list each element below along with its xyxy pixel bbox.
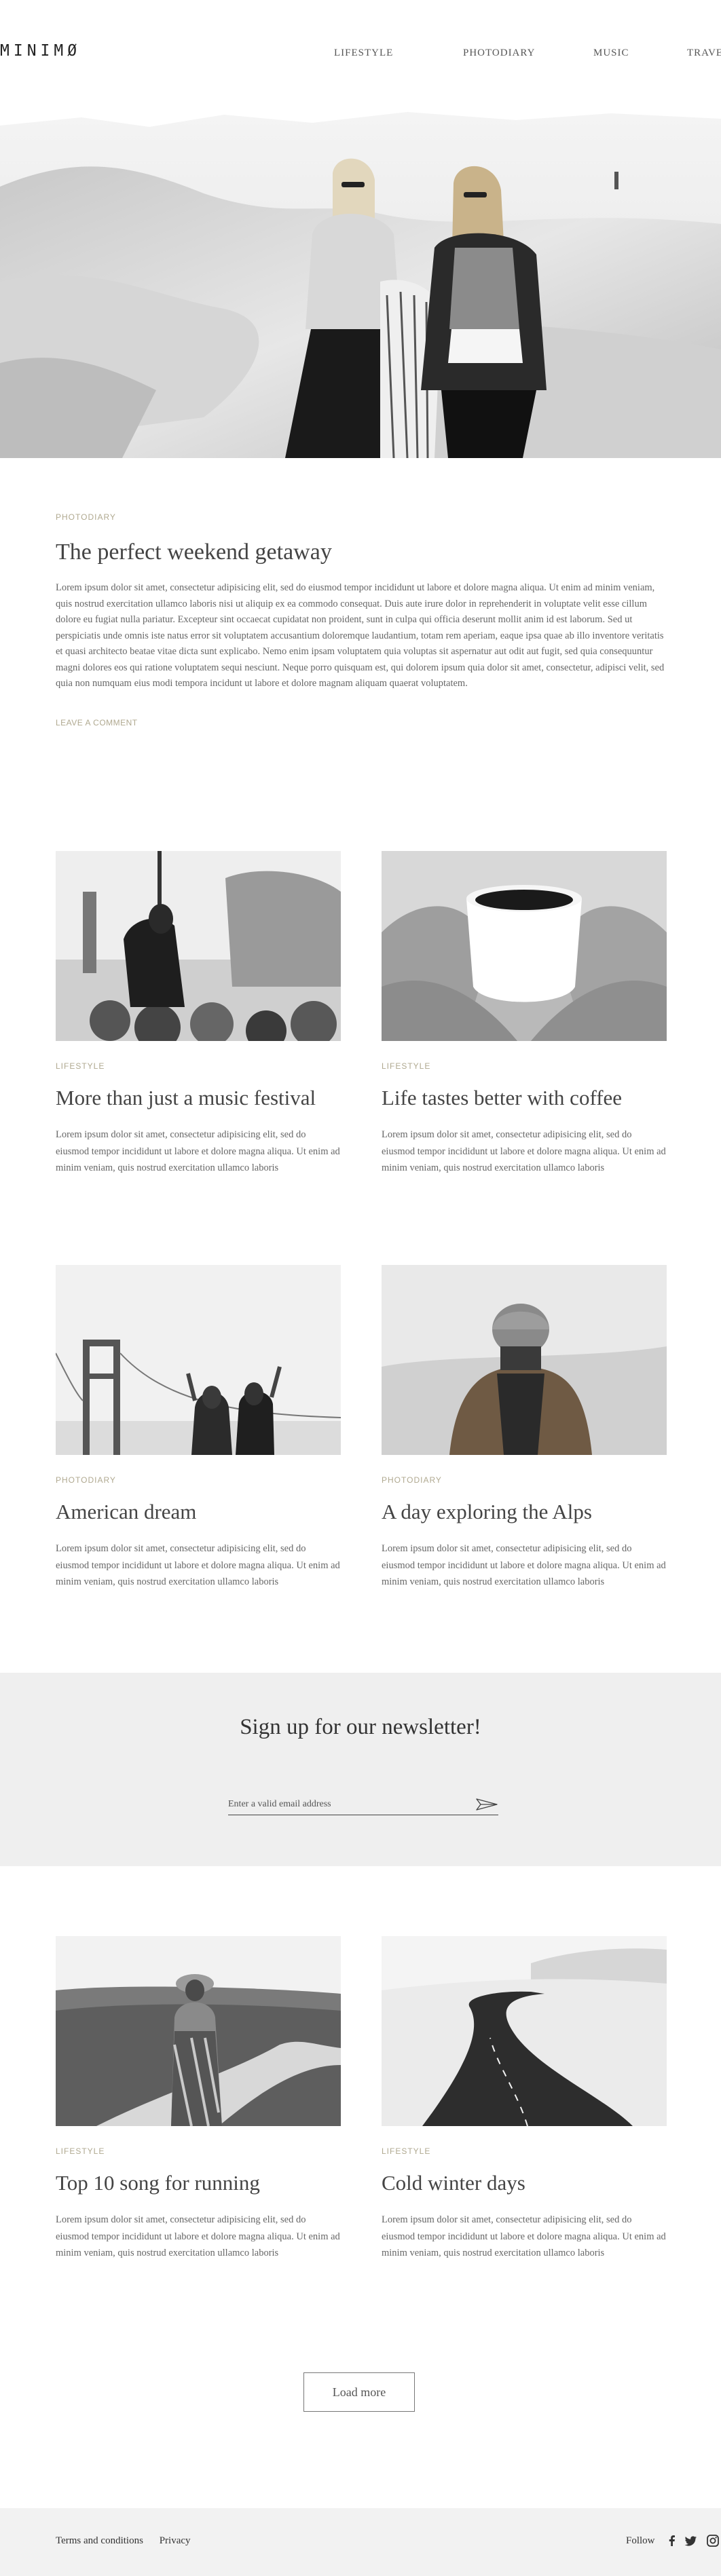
facebook-icon[interactable] xyxy=(665,2534,679,2547)
post-title[interactable]: Cold winter days xyxy=(382,2171,667,2195)
post-category[interactable]: LIFESTYLE xyxy=(56,1061,341,1071)
post-excerpt: Lorem ipsum dolor sit amet, consectetur … xyxy=(382,1543,666,1587)
post-category[interactable]: LIFESTYLE xyxy=(382,2146,667,2156)
post-card[interactable]: PHOTODIARY American dream Lorem ipsum do… xyxy=(56,1265,341,1591)
post-excerpt: Lorem ipsum dolor sit amet, consectetur … xyxy=(56,1543,340,1587)
post-category[interactable]: PHOTODIARY xyxy=(56,512,667,522)
post-title[interactable]: A day exploring the Alps xyxy=(382,1500,667,1524)
post-thumbnail[interactable] xyxy=(56,1936,341,2126)
post-card[interactable]: LIFESTYLE Top 10 song for running Lorem … xyxy=(56,1936,341,2262)
post-category[interactable]: LIFESTYLE xyxy=(382,1061,667,1071)
post-body: Lorem ipsum dolor sit amet, consectetur … xyxy=(56,582,665,689)
hero-image xyxy=(0,105,721,458)
newsletter-form xyxy=(228,1795,498,1815)
post-excerpt: Lorem ipsum dolor sit amet, consectetur … xyxy=(56,1129,340,1173)
post-thumbnail[interactable] xyxy=(382,1265,667,1455)
nav-item-lifestyle[interactable]: LIFESTYLE xyxy=(334,48,393,59)
post-title[interactable]: More than just a music festival xyxy=(56,1086,341,1110)
post-category[interactable]: PHOTODIARY xyxy=(382,1475,667,1485)
post-thumbnail[interactable] xyxy=(56,851,341,1041)
privacy-link[interactable]: Privacy xyxy=(160,2535,191,2546)
site-header: MINIMØ LIFESTYLE PHOTODIARY MUSIC TRAVEL xyxy=(0,0,721,109)
email-field[interactable] xyxy=(228,1796,459,1813)
post-title[interactable]: The perfect weekend getaway xyxy=(56,539,667,565)
post-card[interactable]: LIFESTYLE More than just a music festiva… xyxy=(56,851,341,1177)
footer-links: Terms and conditions Privacy xyxy=(56,2535,204,2547)
post-excerpt: Lorem ipsum dolor sit amet, consectetur … xyxy=(56,2214,340,2258)
nav-item-photodiary[interactable]: PHOTODIARY xyxy=(463,48,535,59)
site-logo[interactable]: MINIMØ xyxy=(0,42,81,60)
site-footer: Terms and conditions Privacy Follow xyxy=(0,2508,721,2576)
instagram-icon[interactable] xyxy=(706,2534,720,2547)
post-thumbnail[interactable] xyxy=(56,1265,341,1455)
post-thumbnail[interactable] xyxy=(382,1936,667,2126)
post-thumbnail[interactable] xyxy=(382,851,667,1041)
newsletter-section: Sign up for our newsletter! xyxy=(0,1673,721,1866)
featured-post: PHOTODIARY The perfect weekend getaway L… xyxy=(56,512,667,727)
post-excerpt: Lorem ipsum dolor sit amet, consectetur … xyxy=(382,2214,666,2258)
terms-link[interactable]: Terms and conditions xyxy=(56,2535,143,2546)
post-title[interactable]: Top 10 song for running xyxy=(56,2171,341,2195)
post-excerpt: Lorem ipsum dolor sit amet, consectetur … xyxy=(382,1129,666,1173)
post-card[interactable]: PHOTODIARY A day exploring the Alps Lore… xyxy=(382,1265,667,1591)
nav-item-travel[interactable]: TRAVEL xyxy=(687,48,721,59)
paper-plane-icon[interactable] xyxy=(475,1796,498,1813)
post-title[interactable]: American dream xyxy=(56,1500,341,1524)
post-title[interactable]: Life tastes better with coffee xyxy=(382,1086,667,1110)
post-category[interactable]: LIFESTYLE xyxy=(56,2146,341,2156)
twitter-icon[interactable] xyxy=(684,2534,698,2547)
leave-comment-link[interactable]: LEAVE A COMMENT xyxy=(56,718,667,727)
post-card[interactable]: LIFESTYLE Cold winter days Lorem ipsum d… xyxy=(382,1936,667,2262)
load-more-button[interactable]: Load more xyxy=(303,2372,415,2412)
newsletter-heading: Sign up for our newsletter! xyxy=(240,1715,481,1739)
follow-label: Follow xyxy=(626,2535,655,2546)
post-category[interactable]: PHOTODIARY xyxy=(56,1475,341,1485)
nav-item-music[interactable]: MUSIC xyxy=(593,48,629,59)
post-card[interactable]: LIFESTYLE Life tastes better with coffee… xyxy=(382,851,667,1177)
